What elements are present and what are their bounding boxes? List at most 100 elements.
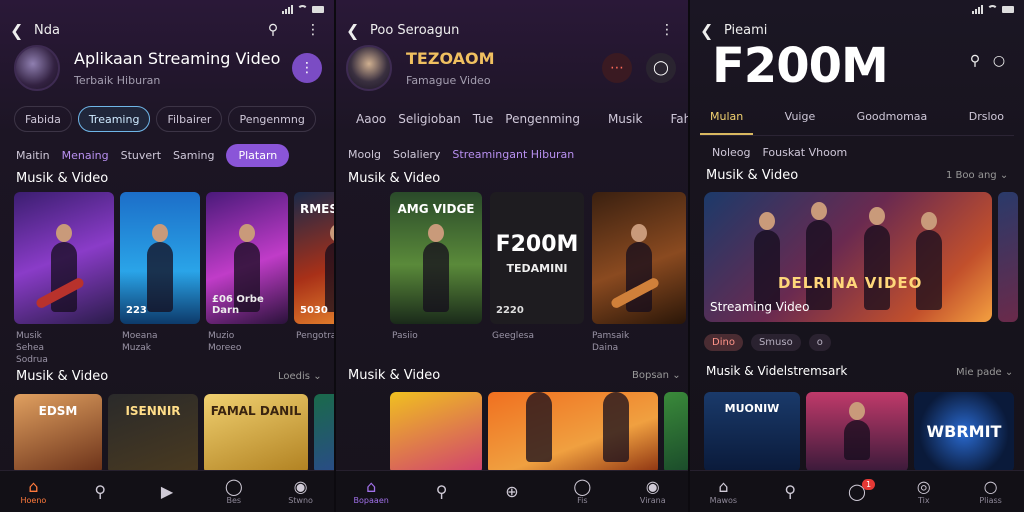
video-card[interactable] — [998, 192, 1018, 322]
profile-icon[interactable]: ○ — [988, 50, 1010, 72]
chip-aaoo[interactable]: Aaoo — [356, 112, 386, 126]
chip-smuso[interactable]: Smuso — [750, 334, 801, 351]
subtab-noleog[interactable]: Noleog — [712, 146, 751, 159]
card-caption: Musik Sehea Sodrua — [16, 331, 48, 365]
nav-search[interactable]: ⚲ — [75, 482, 125, 501]
options-button[interactable]: ⋯ — [602, 53, 632, 83]
card-label: 5030 — [300, 305, 328, 316]
nav-home[interactable]: ⌂ Hoeno — [8, 478, 58, 506]
tab-goodmomaa[interactable]: Goodmomaa — [847, 108, 938, 135]
nav-label: Pliass — [979, 496, 1002, 505]
video-card[interactable]: EDSM — [14, 394, 102, 474]
subtab-streaming[interactable]: Streamingant Hiburan — [452, 148, 574, 161]
video-card[interactable]: FAMAL DANIL — [204, 394, 308, 474]
search-icon[interactable]: ⚲ — [964, 50, 986, 72]
settings-button[interactable]: ◯ — [646, 53, 676, 83]
chip-pengenming[interactable]: Pengenming — [505, 112, 580, 126]
top-title: Pieami — [724, 22, 768, 38]
chip-o[interactable]: o — [808, 334, 831, 351]
chip-fahe[interactable]: Fahe — [670, 112, 688, 126]
profile-icon: ◉ — [293, 477, 308, 496]
card-title: EDSM — [38, 404, 78, 418]
artist-figure — [602, 392, 629, 462]
profile-icon: ◉ — [645, 477, 660, 496]
tab-mulan[interactable]: Mulan — [700, 108, 754, 135]
video-card[interactable] — [14, 192, 114, 324]
back-icon[interactable]: ❮ — [346, 21, 362, 40]
chip-dino[interactable]: Dino — [704, 334, 743, 351]
section-title: Musik & Video — [348, 171, 441, 186]
nav-profile[interactable]: ◉ Virana — [628, 477, 678, 506]
bottom-nav: ⌂ Bopaaen ⚲ ⊕ ◯ Fis ◉ Virana — [336, 470, 688, 512]
chip-musik[interactable]: Musik — [608, 112, 643, 126]
play-icon: ▶ — [160, 481, 174, 501]
nav-chat[interactable]: ◎ Tix — [899, 478, 949, 506]
see-more-link[interactable]: Loedis ⌄ — [278, 371, 322, 382]
video-card[interactable]: 223 — [120, 192, 200, 324]
nav-notifications[interactable]: ◯ 1 — [832, 478, 882, 501]
video-card[interactable] — [592, 192, 686, 324]
video-card[interactable]: ISENNIR — [108, 394, 198, 474]
chip-filbairer[interactable]: Filbairer — [156, 106, 223, 132]
video-card[interactable]: F200M TEDAMINI 2220 — [490, 192, 584, 324]
nav-home[interactable]: ⌂ Mawos — [698, 478, 748, 506]
more-options-button[interactable]: ⋮ — [292, 53, 322, 83]
more-vert-icon[interactable]: ⋮ — [302, 19, 324, 41]
subtab-saming[interactable]: Saming — [173, 149, 214, 162]
section-title: Musik & Videlstremsark — [706, 364, 848, 378]
subtab-maitin[interactable]: Maitin — [16, 149, 50, 162]
search-icon[interactable]: ⚲ — [262, 19, 284, 41]
nav-home[interactable]: ⌂ Bopaaen — [346, 478, 396, 506]
chip-tue[interactable]: Tue — [473, 112, 494, 126]
tab-drsloo[interactable]: Drsloo — [959, 108, 1014, 135]
video-card[interactable] — [664, 392, 688, 474]
video-card[interactable]: £06 Orbe Darn — [206, 192, 288, 324]
video-card[interactable]: WBRMIT — [914, 392, 1014, 472]
see-more-link[interactable]: Bopsan ⌄ — [632, 370, 681, 381]
back-icon[interactable]: ❮ — [10, 21, 26, 40]
subtab-platarn[interactable]: Platarn — [226, 144, 290, 167]
subtab-fouskat[interactable]: Fouskat Vhoom — [763, 146, 848, 159]
nav-add[interactable]: ⊕ — [487, 482, 537, 501]
video-card[interactable]: RMESESRM 5030 — [294, 192, 334, 324]
subtab-solaliery[interactable]: Solaliery — [393, 148, 440, 161]
see-more-label: 1 Boo ang — [946, 170, 997, 181]
card-caption: Pasiio — [392, 331, 418, 341]
nav-search[interactable]: ⚲ — [765, 482, 815, 501]
see-more-link[interactable]: 1 Boo ang ⌄ — [946, 170, 1008, 181]
subtab-stuvert[interactable]: Stuvert — [121, 149, 161, 162]
channel-subtitle: Famague Video — [406, 74, 491, 87]
video-card[interactable]: MUONIW — [704, 392, 800, 472]
chip-fabida[interactable]: Fabida — [14, 106, 72, 132]
subtab-moolg[interactable]: Moolg — [348, 148, 381, 161]
back-icon[interactable]: ❮ — [700, 21, 716, 40]
card-title: ISENNIR — [125, 404, 181, 418]
subtab-menaing[interactable]: Menaing — [62, 149, 109, 162]
battery-icon — [312, 5, 324, 13]
app-logo — [14, 45, 60, 91]
app-subtitle: Terbaik Hiburan — [74, 74, 161, 87]
chip-treaming[interactable]: Treaming — [77, 106, 151, 132]
see-more-link[interactable]: Mie pade ⌄ — [956, 367, 1013, 378]
signal-icon — [282, 4, 293, 14]
tab-vuige[interactable]: Vuige — [775, 108, 826, 135]
section-title: Musik & Video — [16, 369, 109, 384]
nav-chat[interactable]: ◯ Fis — [557, 478, 607, 506]
nav-profile[interactable]: ○ Pliass — [966, 478, 1016, 506]
chip-pengenmng[interactable]: Pengenmng — [228, 106, 316, 132]
video-card[interactable]: AMG VIDGE — [390, 192, 482, 324]
nav-play[interactable]: ▶ — [142, 481, 192, 501]
top-title: Nda — [34, 22, 60, 38]
artist-figure — [147, 224, 173, 312]
featured-banner[interactable]: DELRINA VIDEO Streaming Video — [704, 192, 992, 322]
video-card[interactable] — [488, 392, 658, 474]
video-card[interactable] — [314, 394, 334, 474]
nav-profile[interactable]: ◉ Stwno — [276, 477, 326, 506]
more-vert-icon[interactable]: ⋮ — [656, 19, 678, 41]
nav-chat[interactable]: ◯ Bes — [209, 478, 259, 506]
chip-seligioban[interactable]: Seligioban — [398, 112, 461, 126]
bottom-nav: ⌂ Hoeno ⚲ ▶ ◯ Bes ◉ Stwno — [0, 470, 334, 512]
nav-search[interactable]: ⚲ — [417, 482, 467, 501]
video-card[interactable] — [806, 392, 908, 472]
video-card[interactable] — [390, 392, 482, 474]
